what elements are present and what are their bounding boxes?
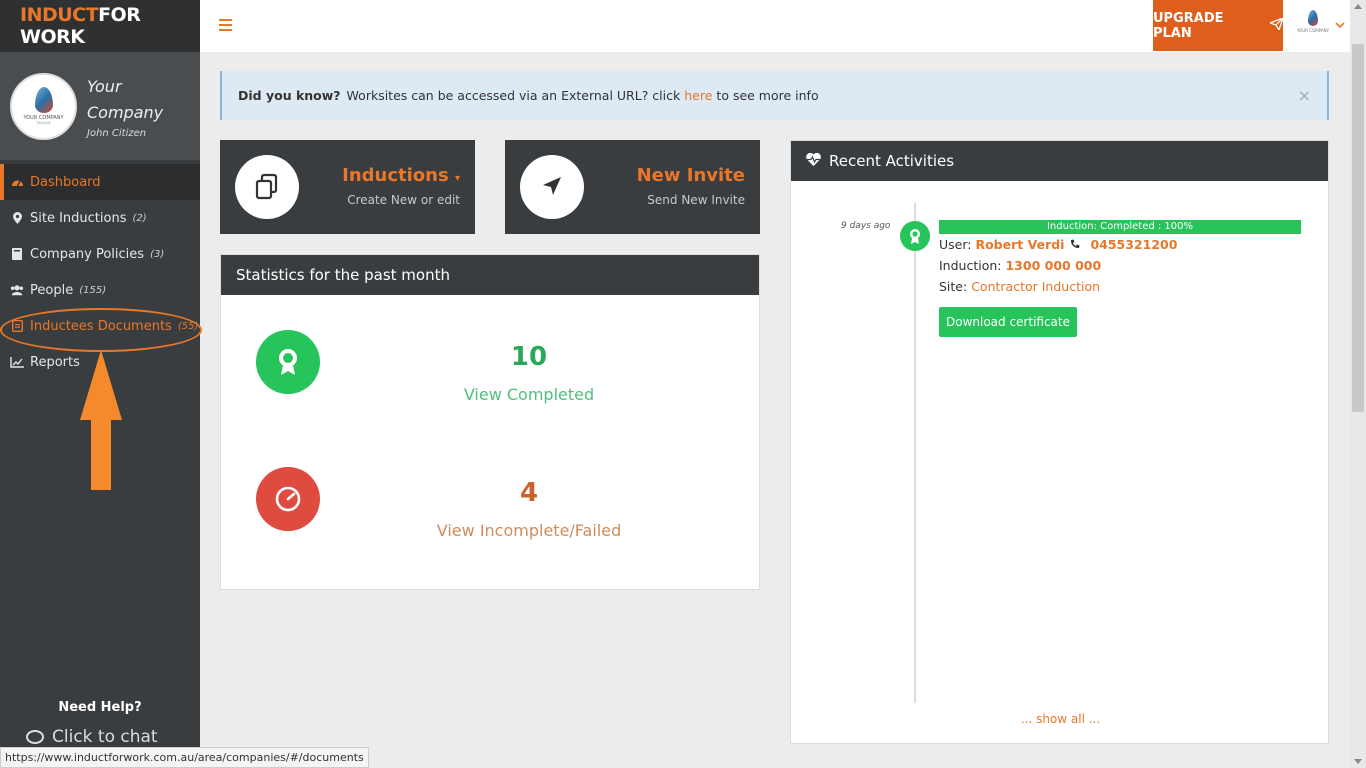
users-icon [10,284,24,296]
profile-panel: YOUR COMPANY TAGLINE Your Company John C… [0,52,200,160]
book-icon [10,248,24,260]
completed-count: 10 [510,342,548,372]
induction-label: Induction: [939,258,1002,273]
award-icon [900,221,930,251]
alert-text-after: to see more info [716,88,819,103]
inductions-subtitle: Create New or edit [347,193,460,207]
alert-link[interactable]: here [684,88,712,103]
recent-activities-header: Recent Activities [791,141,1328,181]
activity-induction-line: Induction: 1300 000 000 [939,258,1101,273]
activity-user-line: User: Robert Verdi 0455321200 [939,237,1177,252]
phone-link[interactable]: 0455321200 [1090,237,1177,252]
heartbeat-icon [806,152,821,170]
site-link[interactable]: Contractor Induction [971,279,1100,294]
sidebar-item-label: Company Policies [30,246,145,262]
sidebar-item-count: (155) [79,284,107,296]
view-completed-link[interactable]: View Completed [409,385,649,404]
info-alert: Did you know? Worksites can be accessed … [220,71,1329,120]
sidebar: INDUCTFOR WORK YOUR COMPANY TAGLINE Your… [0,0,202,768]
show-all-link[interactable]: ... show all ... [791,712,1330,726]
feather-logo-icon [1308,10,1318,26]
incomplete-count: 4 [519,478,539,508]
chart-line-icon [10,356,24,368]
scroll-down-icon[interactable] [1354,759,1362,764]
activity-time: 9 days ago [841,221,891,231]
user-name: John Citizen [87,127,147,139]
sidebar-item-company-policies[interactable]: Company Policies (3) [0,236,200,272]
caret-down-icon: ▾ [454,173,460,184]
chat-button[interactable]: Click to chat [26,727,158,747]
logo-bar: INDUCTFOR WORK [0,0,200,52]
chat-bubble-icon [26,730,44,744]
alert-text: Worksites can be accessed via an Externa… [346,88,681,103]
download-certificate-button[interactable]: Download certificate [939,307,1077,337]
browser-status-url: https://www.inductforwork.com.au/area/co… [0,747,369,768]
sidebar-item-label: Inductees Documents [30,318,172,334]
new-invite-card[interactable]: New Invite Send New Invite [505,140,760,234]
award-icon [256,330,320,394]
map-marker-icon [10,212,24,224]
copy-icon [235,155,299,219]
phone-icon [1070,237,1084,252]
close-icon[interactable]: × [1298,86,1311,105]
file-icon [10,320,24,332]
statistics-title: Statistics for the past month [221,255,759,295]
site-label: Site: [939,279,968,294]
activity-site-line: Site: Contractor Induction [939,279,1100,294]
feather-logo-icon [34,87,53,113]
sidebar-item-dashboard[interactable]: Dashboard [0,164,200,200]
new-invite-title[interactable]: New Invite [637,165,745,186]
company-name: Your Company [87,76,164,122]
dashboard-icon [10,177,24,187]
sidebar-nav: Dashboard Site Inductions (2) Company Po… [0,164,202,380]
sidebar-item-label: Site Inductions [30,210,127,226]
user-label: User: [939,237,972,252]
alert-heading: Did you know? [238,88,341,103]
new-invite-subtitle: Send New Invite [647,193,745,207]
user-name-link[interactable]: Robert Verdi [975,237,1064,252]
view-incomplete-link[interactable]: View Incomplete/Failed [409,521,649,540]
annotation-arrow-icon [80,350,122,490]
inductions-title-text: Inductions [342,165,449,186]
sidebar-item-count: (3) [150,248,165,260]
sidebar-item-people[interactable]: People (155) [0,272,200,308]
inductions-card[interactable]: Inductions ▾ Create New or edit [220,140,475,234]
recent-activities-title: Recent Activities [829,152,955,170]
sidebar-item-label: Dashboard [30,174,101,190]
sidebar-item-label: People [30,282,74,298]
logo-part1: INDUCT [20,4,99,26]
inductions-title[interactable]: Inductions ▾ [342,165,460,186]
sidebar-item-count: (55) [177,320,199,332]
company-info: Your Company John Citizen [87,74,177,139]
avatar-subtext: TAGLINE [36,121,51,125]
sidebar-item-site-inductions[interactable]: Site Inductions (2) [0,200,200,236]
top-bar: UPGRADE PLAN YOUR COMPANY [200,0,1350,52]
location-arrow-icon [520,155,584,219]
progress-label: Induction: Completed : 100% [1046,221,1194,232]
statistics-panel: Statistics for the past month 10 View Co… [220,254,760,590]
upgrade-plan-label: UPGRADE PLAN [1153,10,1224,41]
induction-link[interactable]: 1300 000 000 [1005,258,1101,273]
account-avatar-text: YOUR COMPANY [1296,28,1330,33]
scrollbar-thumb[interactable] [1352,44,1364,412]
paper-plane-icon [1268,16,1285,34]
account-avatar[interactable]: YOUR COMPANY [1295,10,1331,42]
page-scrollbar[interactable] [1350,0,1366,768]
need-help-label: Need Help? [58,700,142,715]
timeline-line [914,203,916,703]
scroll-up-icon[interactable] [1354,4,1362,9]
sidebar-item-inductees-documents[interactable]: Inductees Documents (55) [0,308,202,352]
chat-label: Click to chat [52,727,158,747]
sidebar-item-count: (2) [132,212,147,224]
sidebar-item-label: Reports [30,354,80,370]
induction-progress-bar: Induction: Completed : 100% [939,220,1301,234]
upgrade-plan-button[interactable]: UPGRADE PLAN [1153,0,1285,51]
hamburger-menu-icon[interactable] [219,19,232,31]
app-logo[interactable]: INDUCTFOR WORK [20,4,200,48]
company-avatar[interactable]: YOUR COMPANY TAGLINE [10,72,77,140]
gauge-icon [256,467,320,531]
recent-activities-panel: Recent Activities 9 days ago Induction: … [790,140,1329,744]
chevron-down-icon[interactable] [1335,18,1345,32]
